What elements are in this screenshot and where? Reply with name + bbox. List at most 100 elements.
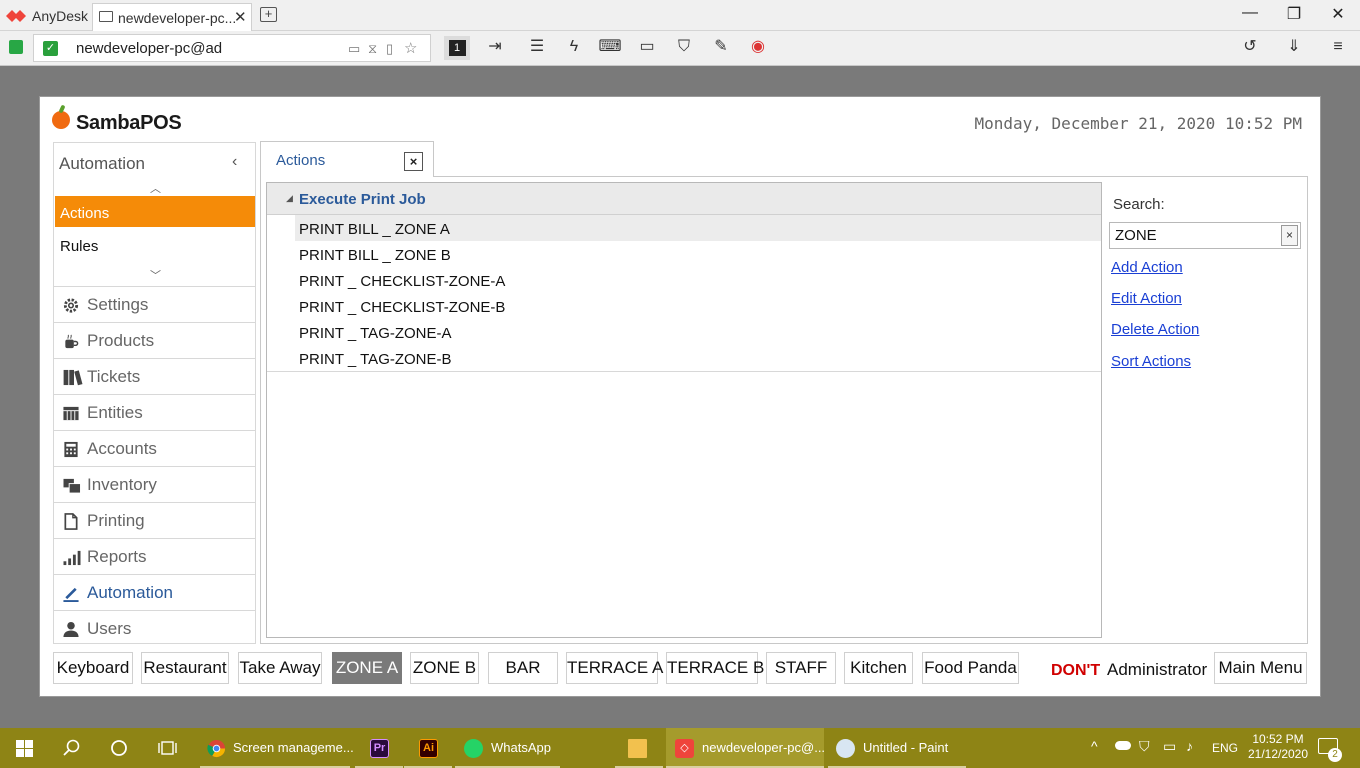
language-indicator[interactable]: ENG: [1212, 741, 1238, 755]
nav-item-entities[interactable]: Entities: [54, 394, 255, 430]
taskbar-app-paint[interactable]: Untitled - Paint: [828, 728, 966, 768]
windows-start-icon[interactable]: [16, 740, 33, 757]
nav-section-header[interactable]: Automation ‹: [54, 143, 255, 183]
list-item[interactable]: PRINT BILL _ ZONE B: [295, 241, 1101, 267]
delete-action-link[interactable]: Delete Action: [1111, 321, 1199, 338]
anydesk-titlebar: AnyDesk newdeveloper-pc... ✕ + — ❐ ✕: [0, 0, 1360, 31]
onedrive-cloud-icon[interactable]: [1115, 741, 1131, 750]
volume-icon[interactable]: ♪: [1186, 738, 1193, 754]
app-title: SambaPOS: [76, 112, 182, 134]
terrace-a-button[interactable]: TERRACE A: [566, 652, 663, 684]
taskbar-app-whatsapp[interactable]: WhatsApp: [455, 728, 560, 768]
address-bar[interactable]: ✓ newdeveloper-pc@ad ▭ ⧖ ▯ ☆: [33, 34, 431, 62]
keyboard-icon[interactable]: ⌨: [597, 36, 623, 60]
kitchen-button[interactable]: Kitchen: [844, 652, 913, 684]
scroll-down-chevron-icon[interactable]: ﹀: [150, 267, 161, 283]
network-icon[interactable]: ▭: [1163, 738, 1176, 755]
taskbar-app-file-explorer[interactable]: [615, 728, 663, 768]
bar-button[interactable]: BAR: [488, 652, 558, 684]
collapse-chevron-icon[interactable]: ‹: [232, 153, 237, 171]
task-view-icon[interactable]: [158, 739, 177, 757]
clear-search-button[interactable]: ×: [1281, 225, 1298, 246]
actions-list: ◢ Execute Print Job PRINT BILL _ ZONE A …: [266, 182, 1102, 638]
taskbar-app-premiere[interactable]: Pr: [355, 728, 403, 768]
nav-item-automation[interactable]: Automation: [54, 574, 255, 610]
history-icon[interactable]: ↺: [1237, 36, 1263, 60]
restaurant-button[interactable]: Restaurant: [141, 652, 229, 684]
nav-section-title: Automation: [59, 154, 145, 173]
record-icon[interactable]: ◉: [745, 36, 771, 60]
main-menu-button[interactable]: Main Menu: [1214, 652, 1307, 684]
zone-a-button[interactable]: ZONE A: [332, 652, 402, 684]
nav-item-tickets[interactable]: Tickets: [54, 358, 255, 394]
verified-check-icon: ✓: [43, 41, 58, 56]
restore-button[interactable]: ❐: [1282, 4, 1306, 24]
nav-subitem-actions[interactable]: Actions: [55, 196, 255, 227]
clipboard-icon[interactable]: ▯: [386, 41, 393, 57]
list-item[interactable]: PRINT _ CHECKLIST-ZONE-A: [295, 267, 1101, 293]
nav-item-reports[interactable]: Reports: [54, 538, 255, 574]
anydesk-icon: ◇: [675, 739, 694, 758]
taskbar-app-chrome[interactable]: Screen manageme...: [200, 728, 354, 768]
file-explorer-icon: [628, 739, 647, 758]
nav-item-printing[interactable]: Printing: [54, 502, 255, 538]
clock[interactable]: 10:52 PM 21/12/2020: [1246, 732, 1310, 762]
search-input[interactable]: [1110, 223, 1284, 248]
list-item[interactable]: PRINT BILL _ ZONE A: [295, 215, 1101, 241]
nav-item-products[interactable]: Products: [54, 322, 255, 358]
nav-item-accounts[interactable]: Accounts: [54, 430, 255, 466]
search-icon[interactable]: [63, 739, 81, 757]
nav-item-users[interactable]: Users: [54, 610, 255, 646]
group-expand-triangle-icon[interactable]: ◢: [286, 193, 293, 204]
anydesk-logo-icon: [6, 10, 26, 22]
close-window-button[interactable]: ✕: [1326, 4, 1350, 24]
taskbar-app-anydesk[interactable]: ◇ newdeveloper-pc@...: [666, 728, 825, 768]
terrace-b-button[interactable]: TERRACE B: [666, 652, 764, 684]
zone-b-button[interactable]: ZONE B: [410, 652, 479, 684]
add-action-link[interactable]: Add Action: [1111, 259, 1183, 276]
actions-content-panel: ◢ Execute Print Job PRINT BILL _ ZONE A …: [260, 176, 1308, 644]
chat-icon[interactable]: ☰: [524, 36, 550, 60]
favorite-star-icon[interactable]: ☆: [404, 39, 417, 57]
security-shield-icon[interactable]: ⛉: [1139, 738, 1150, 755]
user-icon: [63, 621, 79, 638]
list-item[interactable]: PRINT _ TAG-ZONE-A: [295, 319, 1101, 345]
cortana-icon[interactable]: [110, 739, 128, 757]
nav-item-settings[interactable]: Settings: [54, 286, 255, 322]
anydesk-toolbar: ✓ newdeveloper-pc@ad ▭ ⧖ ▯ ☆ 1 ⇥ ☰ ϟ ⌨ ▭…: [0, 31, 1360, 66]
keyboard-button[interactable]: Keyboard: [53, 652, 133, 684]
staff-button[interactable]: STAFF: [766, 652, 836, 684]
list-item[interactable]: PRINT _ CHECKLIST-ZONE-B: [295, 293, 1101, 319]
list-item[interactable]: PRINT _ TAG-ZONE-B: [295, 345, 1101, 371]
display-off-icon[interactable]: ▭: [348, 41, 360, 57]
close-tab-icon[interactable]: ✕: [234, 8, 247, 26]
sort-actions-link[interactable]: Sort Actions: [1111, 353, 1191, 370]
hourglass-icon[interactable]: ⧖: [368, 41, 377, 57]
close-tab-button[interactable]: ×: [404, 152, 423, 171]
tab-actions[interactable]: Actions ×: [260, 141, 434, 177]
taskbar-app-illustrator[interactable]: Ai: [404, 728, 452, 768]
permissions-shield-icon[interactable]: ⛉: [671, 36, 697, 60]
display-icon[interactable]: ▭: [634, 36, 660, 60]
new-tab-button[interactable]: +: [260, 7, 277, 22]
nav-item-inventory[interactable]: Inventory: [54, 466, 255, 502]
scroll-up-chevron-icon[interactable]: ︿: [150, 180, 161, 196]
whiteboard-pen-icon[interactable]: ✎: [708, 36, 734, 60]
take-away-button[interactable]: Take Away: [238, 652, 322, 684]
show-hidden-icons-chevron-icon[interactable]: ^: [1091, 738, 1098, 754]
nav-subitem-rules[interactable]: Rules: [55, 231, 255, 259]
switch-sides-icon[interactable]: ⇥: [482, 36, 508, 60]
food-panda-button[interactable]: Food Panda: [922, 652, 1019, 684]
anydesk-session-tab[interactable]: newdeveloper-pc... ✕: [92, 3, 252, 31]
minimize-button[interactable]: —: [1238, 4, 1262, 22]
file-transfer-icon[interactable]: ⇓: [1281, 36, 1307, 60]
group-label: Execute Print Job: [299, 191, 426, 208]
connection-status-icon: [9, 40, 23, 54]
menu-hamburger-icon[interactable]: ≡: [1325, 36, 1351, 60]
actions-lightning-icon[interactable]: ϟ: [561, 36, 587, 60]
clock-time: 10:52 PM: [1252, 732, 1304, 746]
group-header-execute-print-job[interactable]: ◢ Execute Print Job: [267, 183, 1101, 215]
bar-chart-icon: [63, 550, 81, 566]
edit-action-link[interactable]: Edit Action: [1111, 290, 1182, 307]
monitor-select-button[interactable]: 1: [444, 36, 470, 60]
